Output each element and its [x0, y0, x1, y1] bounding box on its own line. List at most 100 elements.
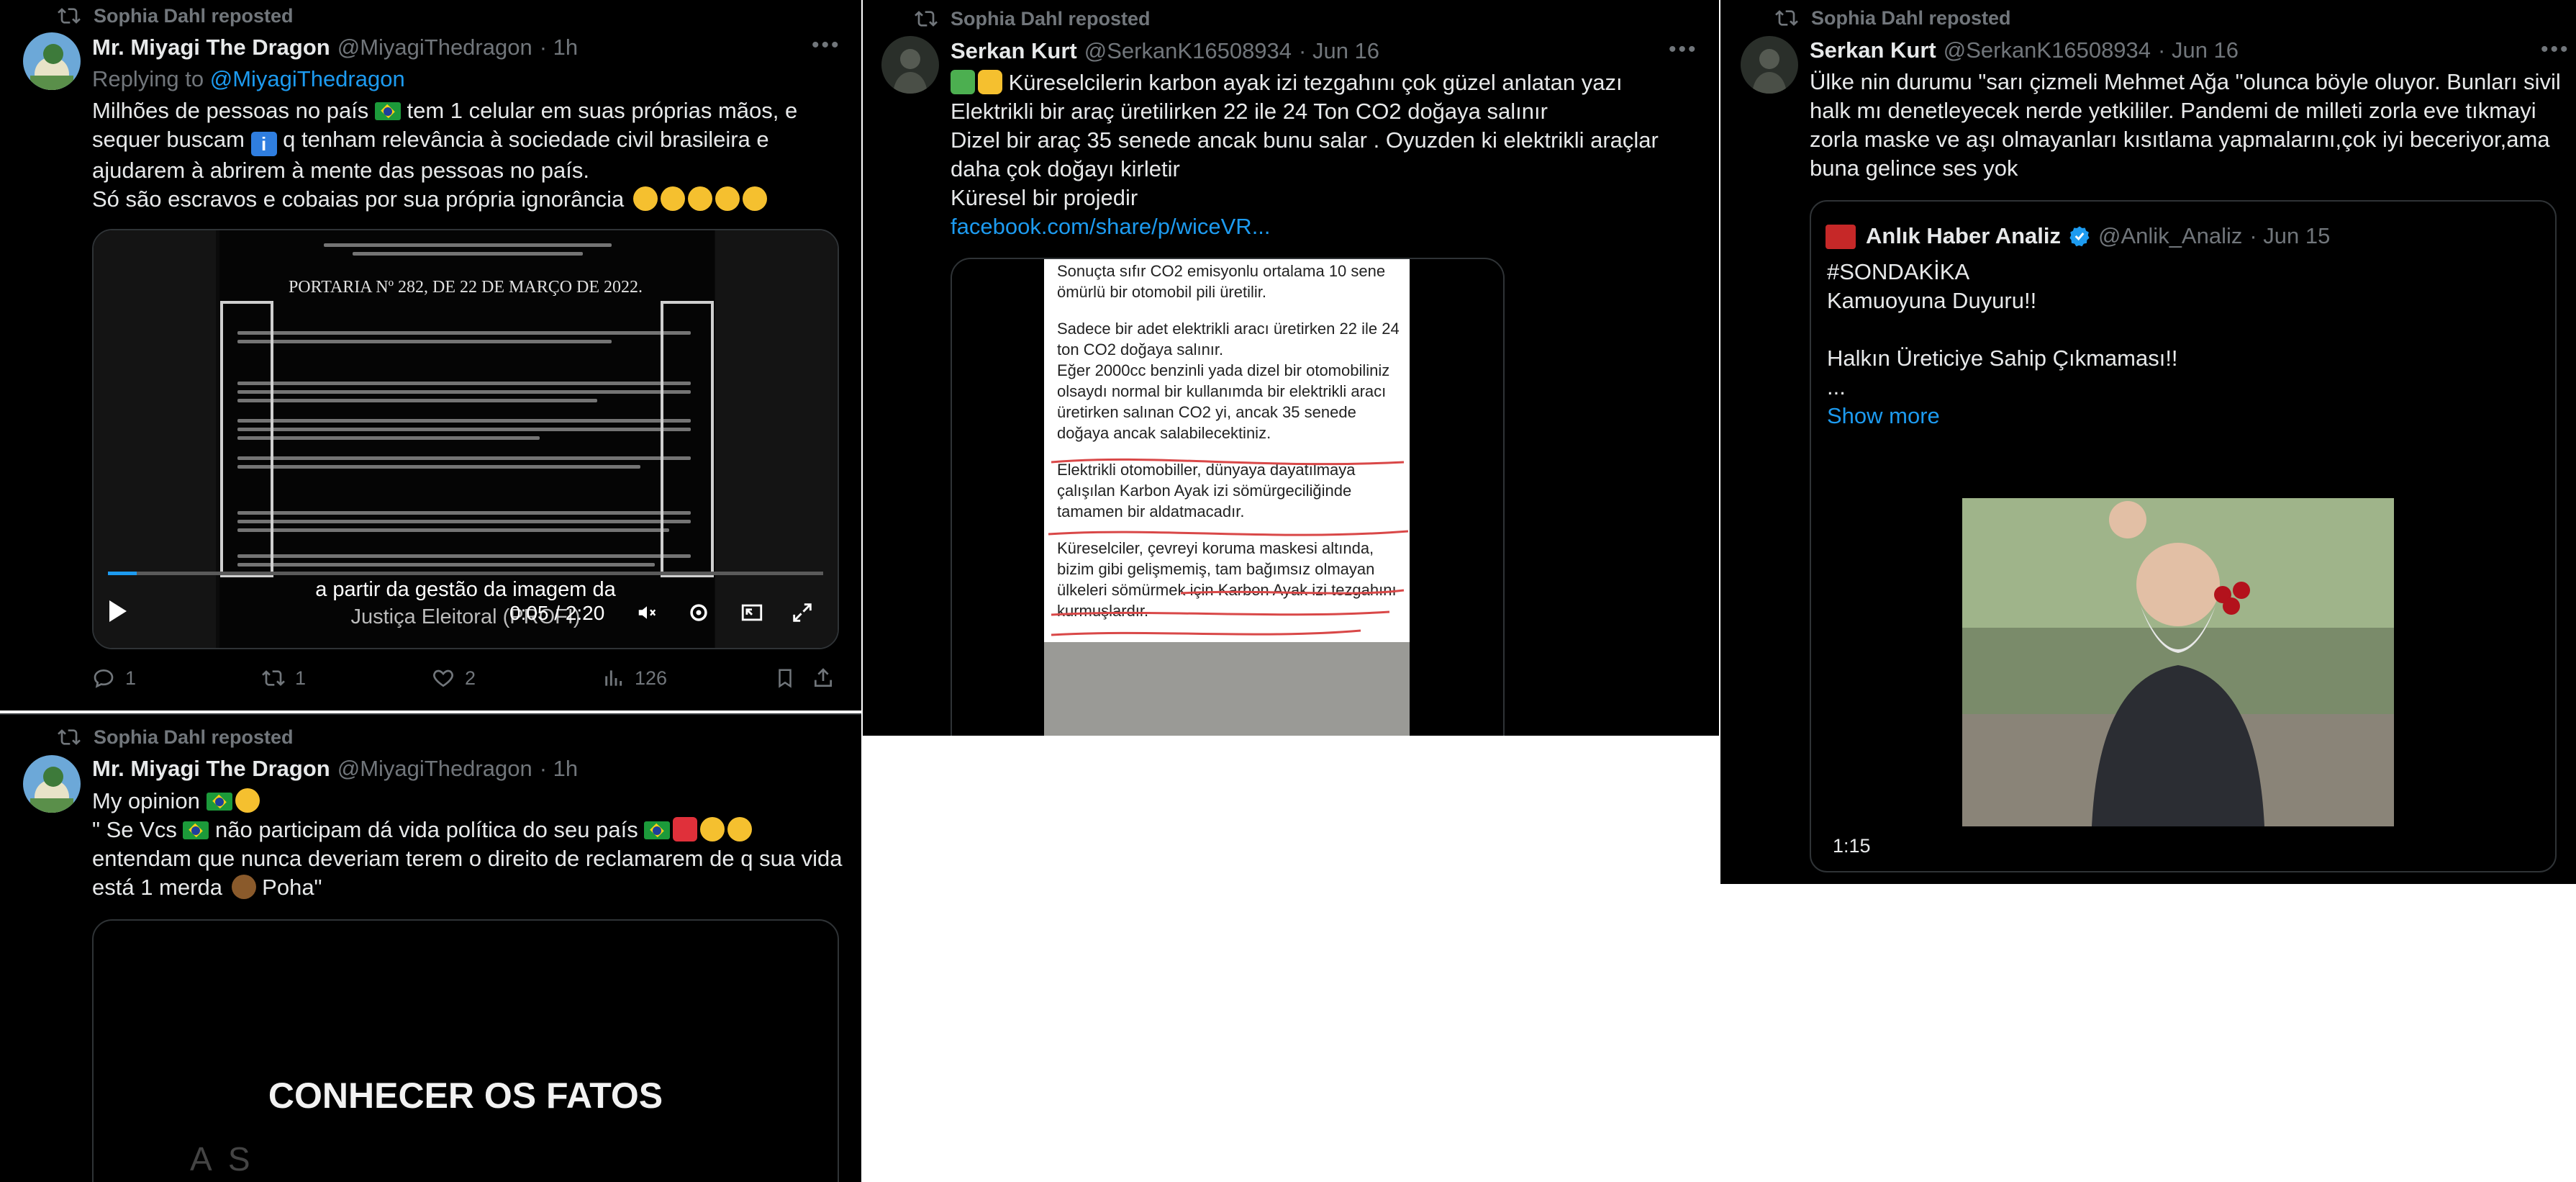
document-title: PORTARIA Nº 282, DE 22 DE MARÇO DE 2022.	[288, 278, 643, 297]
share-icon[interactable]	[812, 667, 835, 690]
doc-text-line	[237, 456, 691, 460]
brazil-flag-icon	[183, 821, 209, 839]
replying-to: Replying to @MiyagiThedragon	[92, 65, 405, 94]
quoted-line5: ...	[1827, 374, 1846, 400]
reply-count: 1	[125, 667, 137, 689]
repost-icon	[58, 729, 81, 745]
text-line3: ajudarem à abrirem à mente das pessoas n…	[92, 158, 589, 183]
more-options-icon[interactable]: •••	[812, 33, 841, 58]
replying-prefix: Replying to	[92, 66, 210, 91]
doc-text-line	[237, 563, 655, 567]
text-line3: zorla maske ve aşı olmayanları kısıtlama…	[1810, 127, 2550, 152]
text-line2-a: sequer buscam	[92, 127, 251, 152]
text-line1-b: tem 1 celular em suas próprias mãos, e	[400, 98, 798, 123]
facebook-link[interactable]: facebook.com/share/p/wiceVR...	[951, 214, 1271, 239]
replying-handle-link[interactable]: @MiyagiThedragon	[210, 66, 405, 91]
video-caption: a partir da gestão da imagem da Justiça …	[94, 576, 838, 631]
doc-text-line	[237, 520, 691, 523]
doc-text-line	[237, 528, 669, 532]
author-handle[interactable]: @MiyagiThedragon	[337, 756, 532, 782]
video-title: CONHECER OS FATOS	[268, 1075, 663, 1116]
settings-gear-icon[interactable]	[686, 600, 711, 625]
text-line2: Elektrikli bir araç üretilirken 22 ile 2…	[951, 99, 1548, 124]
doc-text-line	[237, 382, 691, 385]
mute-icon[interactable]	[635, 602, 659, 623]
avatar[interactable]	[23, 32, 81, 90]
text-line1: Küreselcilerin karbon ayak izi tezgahını…	[1008, 70, 1623, 95]
quoted-author-name[interactable]: Anlık Haber Analiz	[1866, 223, 2061, 249]
doc-text-line	[324, 243, 612, 247]
article-screenshot: Sonuçta sıfır CO2 emisyonlu ortalama 10 …	[1044, 259, 1410, 736]
avatar[interactable]	[1741, 36, 1798, 94]
article-photo	[1044, 642, 1410, 736]
repost-count: 1	[295, 667, 307, 689]
tweet-header: Serkan Kurt @SerkanK16508934 · Jun 16	[1810, 37, 2239, 63]
timestamp[interactable]: · 1h	[540, 756, 578, 782]
verified-badge-icon	[2069, 226, 2090, 247]
picture-in-picture-icon[interactable]	[740, 600, 764, 625]
repost-icon	[1775, 10, 1798, 26]
text-line2-b: não participam dá vida política do seu p…	[209, 817, 638, 842]
video-player[interactable]: PORTARIA Nº 282, DE 22 DE MARÇO DE 2022.…	[92, 229, 839, 649]
tweet-text: Ülke nin durumu "sarı çizmeli Mehmet Ağa…	[1810, 68, 2561, 183]
quoted-video-thumbnail[interactable]	[1962, 498, 2394, 826]
reply-button[interactable]: 1	[92, 667, 136, 690]
timestamp[interactable]: · 1h	[540, 35, 578, 60]
bookmark-icon[interactable]	[774, 667, 796, 690]
author-name[interactable]: Serkan Kurt	[951, 38, 1077, 64]
doc-text-line	[237, 340, 612, 343]
quoted-author-handle[interactable]: @Anlik_Analiz	[2098, 223, 2242, 249]
author-name[interactable]: Mr. Miyagi The Dragon	[92, 756, 330, 782]
repost-icon	[58, 8, 81, 24]
author-name[interactable]: Serkan Kurt	[1810, 37, 1936, 63]
text-line4-a: está 1 merda	[92, 875, 229, 900]
divider	[0, 713, 861, 715]
emoji-icon	[715, 186, 740, 211]
quoted-line2: Kamuoyuna Duyuru!!	[1827, 288, 2037, 313]
timestamp[interactable]: · Jun 16	[2158, 37, 2239, 63]
more-options-icon[interactable]: •••	[1669, 37, 1698, 62]
reply-icon	[94, 669, 114, 688]
more-options-icon[interactable]: •••	[2541, 37, 2570, 62]
quoted-avatar-icon[interactable]	[1826, 225, 1856, 249]
avatar[interactable]	[881, 36, 939, 94]
brazil-flag-icon	[374, 102, 401, 120]
text-line4: buna gelince ses yok	[1810, 155, 2018, 181]
quoted-tweet[interactable]: Anlık Haber Analiz @Anlik_Analiz · Jun 1…	[1810, 200, 2557, 872]
video-player[interactable]: CONHECER OS FATOS A S	[92, 919, 839, 1182]
quoted-timestamp[interactable]: · Jun 15	[2249, 223, 2330, 249]
doc-text-line	[237, 554, 691, 558]
doc-text-line	[237, 465, 640, 469]
doc-text-line	[237, 399, 597, 402]
emoji-icon	[687, 186, 712, 211]
emoji-icon	[632, 186, 658, 211]
views-button[interactable]: 126	[602, 667, 667, 690]
like-button[interactable]: 2	[432, 667, 476, 690]
tweet-header: Mr. Miyagi The Dragon @MiyagiThedragon ·…	[92, 756, 578, 782]
doc-text-line	[237, 390, 691, 394]
emoji-icon	[700, 817, 725, 842]
image-media[interactable]: Sonuçta sıfır CO2 emisyonlu ortalama 10 …	[951, 258, 1505, 736]
repost-label: Sophia Dahl reposted	[1811, 6, 2011, 29]
author-handle[interactable]: @MiyagiThedragon	[337, 35, 532, 60]
repost-label: Sophia Dahl reposted	[951, 7, 1151, 30]
author-name[interactable]: Mr. Miyagi The Dragon	[92, 35, 330, 60]
play-icon[interactable]	[109, 600, 127, 622]
text-line3: entendam que nunca deveriam terem o dire…	[92, 846, 843, 871]
author-handle[interactable]: @SerkanK16508934	[1944, 37, 2151, 63]
fullscreen-icon[interactable]	[790, 600, 815, 625]
text-line2: halk mı denetleyecek nerde yetkililer. P…	[1810, 98, 2536, 123]
repost-indicator: Sophia Dahl reposted	[58, 726, 294, 749]
video-progress-fill	[108, 572, 137, 575]
avatar[interactable]	[23, 755, 81, 813]
tweet-header: Serkan Kurt @SerkanK16508934 · Jun 16	[951, 38, 1379, 64]
doc-text-line	[237, 436, 540, 440]
doc-text-line	[237, 428, 691, 431]
author-handle[interactable]: @SerkanK16508934	[1084, 38, 1292, 64]
repost-button[interactable]: 1	[262, 667, 306, 690]
repost-indicator: Sophia Dahl reposted	[58, 4, 294, 27]
video-progress-bar[interactable]	[108, 572, 823, 575]
tweet-panel-4: Sophia Dahl reposted Serkan Kurt @Serkan…	[1720, 0, 2576, 884]
timestamp[interactable]: · Jun 16	[1299, 38, 1379, 64]
show-more-link[interactable]: Show more	[1827, 403, 1940, 428]
